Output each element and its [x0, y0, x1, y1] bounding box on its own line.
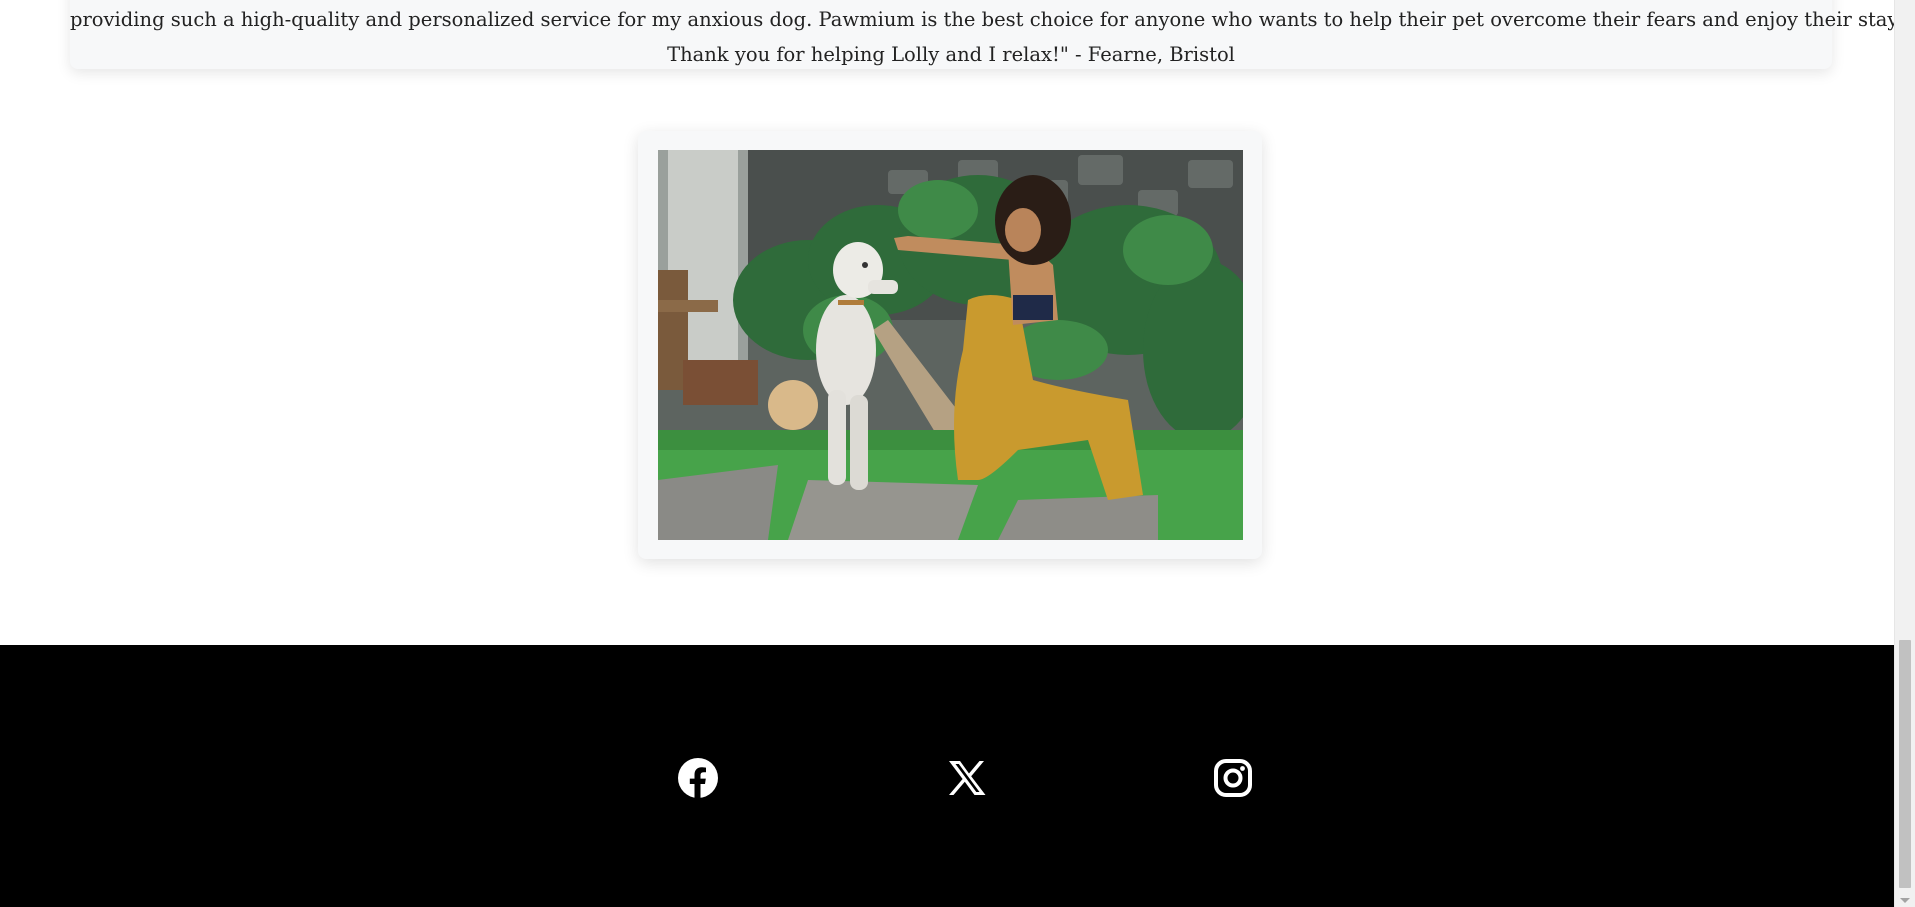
- testimonial-line-2: Thank you for helping Lolly and I relax!…: [667, 43, 1235, 66]
- vertical-scrollbar[interactable]: [1894, 0, 1915, 907]
- instagram-link[interactable]: [1211, 756, 1255, 800]
- scroll-down-arrow-icon[interactable]: [1900, 898, 1910, 903]
- facebook-link[interactable]: [676, 756, 720, 800]
- facebook-icon: [678, 758, 718, 798]
- testimonial-line-1: providing such a high-quality and person…: [70, 8, 1894, 31]
- x-twitter-icon: [949, 761, 986, 795]
- testimonial-card: providing such a high-quality and person…: [70, 0, 1894, 72]
- photo-illustration: [658, 150, 1243, 540]
- page: providing such a high-quality and person…: [0, 0, 1894, 907]
- footer: [0, 645, 1894, 907]
- photo-card: [638, 131, 1262, 559]
- instagram-icon: [1214, 759, 1252, 797]
- testimonial-quote: providing such a high-quality and person…: [70, 2, 1894, 72]
- scrollbar-thumb[interactable]: [1899, 640, 1911, 888]
- x-twitter-link[interactable]: [945, 756, 989, 800]
- dog-training-photo: [658, 150, 1243, 540]
